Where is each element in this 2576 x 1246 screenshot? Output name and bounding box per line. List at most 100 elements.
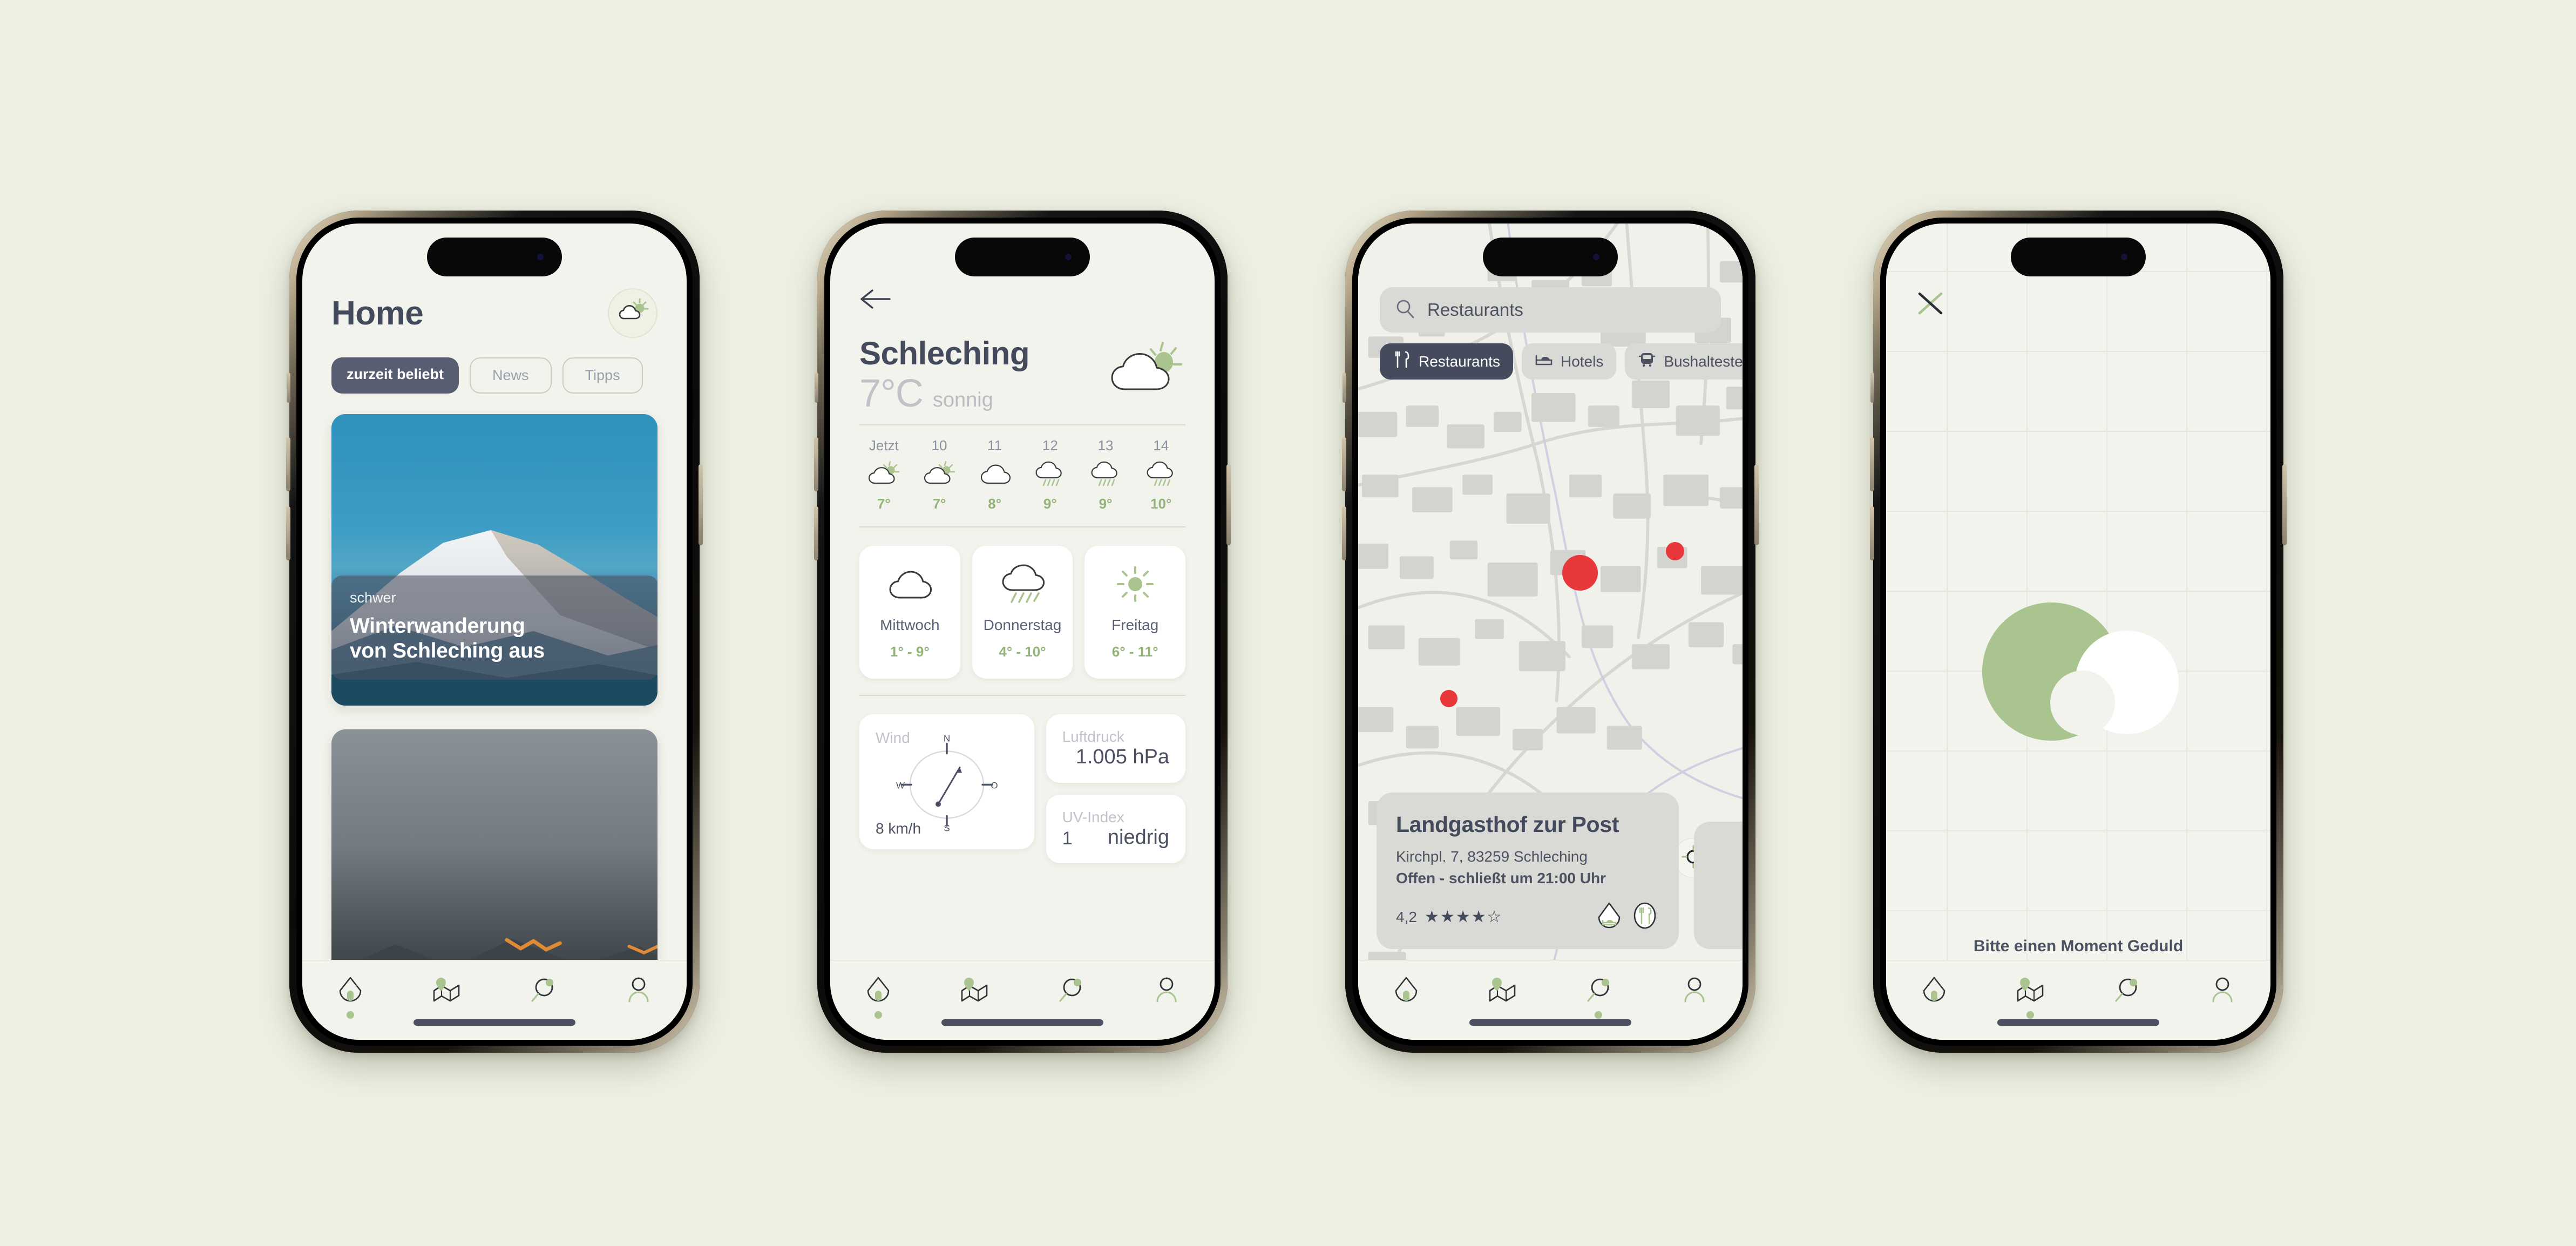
- hourly-item[interactable]: Jetzt 7°: [856, 437, 912, 512]
- daily-forecast: Mittwoch 1° - 9° Donnerstag 4° - 10° Fre…: [830, 527, 1215, 679]
- rain-icon: [1088, 459, 1123, 490]
- daily-card[interactable]: Mittwoch 1° - 9°: [859, 546, 960, 679]
- sidebar-item-search[interactable]: [494, 974, 591, 1019]
- profile-icon: [1151, 974, 1182, 1006]
- active-indicator-dot: [1499, 1011, 1506, 1019]
- svg-text:W: W: [896, 781, 905, 791]
- search-input[interactable]: Restaurants: [1380, 287, 1721, 333]
- place-hours: Offen - schließt um 21:00 Uhr: [1396, 870, 1606, 886]
- sidebar-item-home[interactable]: [1886, 974, 1982, 1019]
- filter-chip-label: Hotels: [1560, 353, 1604, 370]
- phone-3-map: Restaurants Restaurants Hotels Bushaltes…: [1342, 211, 1759, 1053]
- sidebar-item-profile[interactable]: [1646, 974, 1743, 1019]
- card-difficulty: schwer: [350, 589, 396, 606]
- phone-screen: Restaurants Restaurants Hotels Bushaltes…: [1358, 224, 1743, 1040]
- bed-amenity-icon: [1595, 901, 1624, 933]
- city-name: Schleching: [859, 335, 1030, 371]
- wind-speed: 8 km/h: [876, 820, 921, 837]
- map-icon: [1487, 974, 1518, 1006]
- hourly-item[interactable]: 10 7°: [912, 437, 967, 512]
- search-icon: [1395, 299, 1415, 322]
- sidebar-item-profile[interactable]: [1118, 974, 1215, 1019]
- rating-stars: ★★★★☆: [1424, 908, 1503, 926]
- sidebar-item-home[interactable]: [1358, 974, 1454, 1019]
- sidebar-item-search[interactable]: [1022, 974, 1118, 1019]
- home-indicator: [413, 1019, 575, 1026]
- active-indicator-dot: [443, 1011, 450, 1019]
- active-indicator-dot: [1595, 1011, 1602, 1019]
- card-title-line-2: von Schleching aus: [350, 639, 545, 662]
- place-card[interactable]: Landgasthof zur Post Kirchpl. 7, 83259 S…: [1377, 793, 1679, 949]
- current-temperature: 7°C: [859, 372, 924, 415]
- hourly-item[interactable]: 14 10°: [1133, 437, 1189, 512]
- home-icon: [1919, 974, 1950, 1006]
- sidebar-item-profile[interactable]: [591, 974, 687, 1019]
- chip-zurzeit-beliebt[interactable]: zurzeit beliebt: [331, 357, 459, 394]
- place-amenities: [1595, 901, 1659, 933]
- filter-chip-restaurants[interactable]: Restaurants: [1380, 343, 1513, 380]
- hourly-item[interactable]: 11 8°: [967, 437, 1022, 512]
- day-range: 4° - 10°: [999, 644, 1046, 660]
- sidebar-item-home[interactable]: [830, 974, 926, 1019]
- filter-chip-label: Bushaltestellen: [1664, 353, 1743, 370]
- arrow-left-icon: [858, 289, 892, 313]
- search-icon: [1055, 974, 1086, 1006]
- sidebar-item-map[interactable]: [926, 974, 1022, 1019]
- hour-temp: 9°: [1043, 496, 1057, 512]
- phone-screen: Schleching 7°C sonnig Jetzt 7° 10 7° 11 …: [830, 224, 1215, 1040]
- phone-1-home: Home zurzeit beliebt News Tipps schwer W…: [286, 211, 703, 1053]
- compass-dial: N S W O: [893, 734, 1001, 834]
- phone-bezel: Home zurzeit beliebt News Tipps schwer W…: [296, 218, 693, 1046]
- rain-icon: [1033, 459, 1067, 490]
- cloud-icon: [978, 459, 1012, 490]
- day-range: 1° - 9°: [890, 644, 930, 660]
- current-condition: sonnig: [932, 389, 993, 411]
- sidebar-item-home[interactable]: [302, 974, 398, 1019]
- bottom-tab-bar: [1358, 960, 1743, 1040]
- uv-word: niedrig: [1107, 826, 1169, 849]
- place-card-next[interactable]: [1694, 822, 1743, 949]
- filter-chip-label: Restaurants: [1419, 353, 1500, 370]
- card-overlay: schwer Winterwanderung von Schleching au…: [331, 575, 657, 680]
- loading-app: Bitte einen Moment Geduld Ihr Plan wird …: [1886, 224, 2270, 1040]
- sun-behind-cloud-icon: [615, 295, 650, 332]
- weather-metrics: Wind N S W O 8 km/h Luftdruck 1.005 hPa …: [830, 696, 1215, 863]
- pressure-card[interactable]: Luftdruck 1.005 hPa: [1046, 714, 1185, 783]
- sun-behind-cloud-icon: [866, 459, 901, 490]
- bed-icon: [1535, 350, 1553, 373]
- sidebar-item-search[interactable]: [2078, 974, 2174, 1019]
- chip-tipps[interactable]: Tipps: [562, 357, 643, 394]
- close-button[interactable]: [1914, 287, 1947, 322]
- card-title-line-1: Winterwanderung: [350, 614, 525, 638]
- sidebar-item-search[interactable]: [1550, 974, 1646, 1019]
- hour-temp: 8°: [988, 496, 1002, 512]
- weather-badge-button[interactable]: [608, 288, 657, 338]
- uv-card[interactable]: UV-Index 1 niedrig: [1046, 795, 1185, 863]
- home-icon: [863, 974, 894, 1006]
- hour-label: 12: [1042, 437, 1058, 453]
- dynamic-island: [2011, 238, 2146, 276]
- wind-card[interactable]: Wind N S W O 8 km/h: [859, 714, 1034, 849]
- sidebar-item-profile[interactable]: [2174, 974, 2270, 1019]
- hourly-forecast: Jetzt 7° 10 7° 11 8° 12 9° 13 9° 14 10°: [830, 425, 1215, 512]
- home-icon: [335, 974, 366, 1006]
- hour-label: 14: [1153, 437, 1169, 453]
- hourly-item[interactable]: 13 9°: [1078, 437, 1134, 512]
- bottom-tab-bar: [302, 960, 687, 1040]
- page-title: Home: [331, 294, 424, 332]
- feed-card-winterwanderung[interactable]: schwer Winterwanderung von Schleching au…: [331, 414, 657, 706]
- hour-temp: 7°: [932, 496, 946, 512]
- pressure-label: Luftdruck: [1062, 728, 1124, 745]
- sidebar-item-map[interactable]: [1982, 974, 2078, 1019]
- daily-card[interactable]: Donnerstag 4° - 10°: [972, 546, 1073, 679]
- filter-chip-hotels[interactable]: Hotels: [1521, 343, 1617, 380]
- weather-app: Schleching 7°C sonnig Jetzt 7° 10 7° 11 …: [830, 224, 1215, 1040]
- daily-card[interactable]: Freitag 6° - 11°: [1084, 546, 1186, 679]
- sidebar-item-map[interactable]: [1454, 974, 1550, 1019]
- pressure-value: 1.005 hPa: [1075, 746, 1169, 768]
- sidebar-item-map[interactable]: [398, 974, 494, 1019]
- filter-chip-bushaltestellen[interactable]: Bushaltestellen: [1625, 343, 1743, 380]
- phone-4-loading: Bitte einen Moment Geduld Ihr Plan wird …: [1870, 211, 2287, 1053]
- chip-news[interactable]: News: [470, 357, 552, 394]
- hourly-item[interactable]: 12 9°: [1022, 437, 1078, 512]
